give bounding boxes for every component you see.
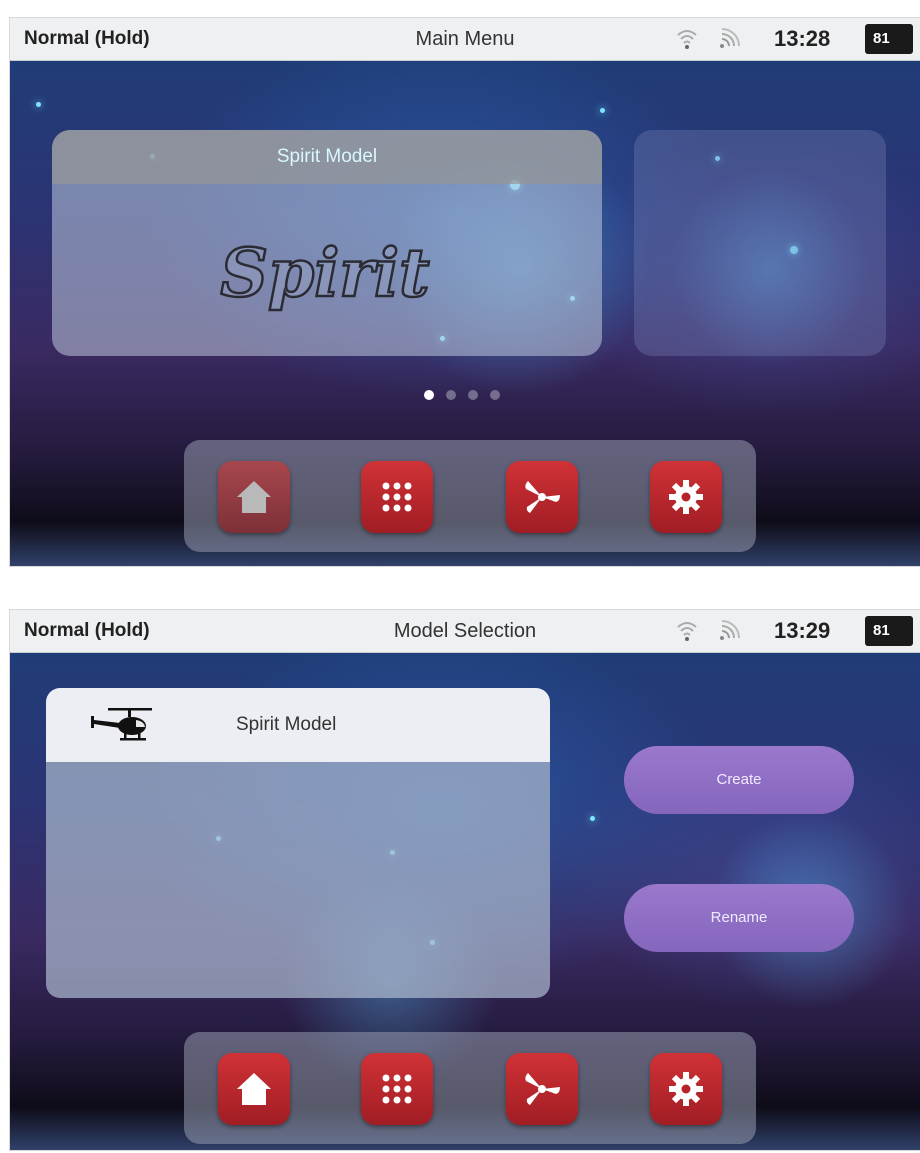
propeller-button[interactable]: [506, 1053, 578, 1125]
home-icon: [237, 1073, 271, 1105]
wifi-icon: [677, 622, 697, 641]
status-bar: Normal (Hold) Main Menu 13:28 81: [10, 18, 920, 61]
spirit-logo: Spirit: [219, 233, 431, 314]
propeller-icon: [525, 481, 560, 513]
svg-text:Spirit: Spirit: [220, 234, 429, 312]
page-dot: [468, 390, 478, 400]
apps-grid-icon: [382, 1074, 412, 1104]
telemetry-signal-icon: [720, 28, 740, 48]
dock: [184, 440, 756, 552]
rename-button[interactable]: Rename: [624, 884, 854, 952]
model-card[interactable]: Spirit Model Spirit: [52, 130, 602, 356]
gear-icon: [669, 480, 703, 514]
battery-indicator: 81: [865, 616, 913, 646]
particle: [36, 102, 41, 107]
home-icon: [237, 481, 271, 513]
gear-icon: [669, 1072, 703, 1106]
helicopter-icon: [91, 708, 152, 741]
clock: 13:29: [774, 618, 831, 643]
propeller-icon: [525, 1073, 560, 1105]
status-bar: Normal (Hold) Model Selection 13:29 81: [10, 610, 920, 653]
clock: 13:28: [774, 26, 831, 51]
model-card-title: Spirit Model: [52, 130, 602, 184]
dock: [184, 1032, 756, 1144]
page-indicator: [424, 390, 500, 402]
create-button[interactable]: Create: [624, 746, 854, 814]
home-button[interactable]: [218, 461, 290, 533]
page-dot: [490, 390, 500, 400]
particle: [600, 108, 605, 113]
model-list-item[interactable]: Spirit Model: [46, 688, 550, 762]
page-dot: [446, 390, 456, 400]
settings-button[interactable]: [650, 1053, 722, 1125]
model-selection-screen: Normal (Hold) Model Selection 13:29 81 S…: [10, 610, 920, 1150]
model-list: Spirit Model: [46, 688, 550, 998]
apps-grid-icon: [382, 482, 412, 512]
propeller-button[interactable]: [506, 461, 578, 533]
settings-button[interactable]: [650, 461, 722, 533]
home-button[interactable]: [218, 1053, 290, 1125]
model-name: Spirit Model: [236, 714, 337, 735]
telemetry-signal-icon: [720, 620, 740, 640]
apps-button[interactable]: [361, 1053, 433, 1125]
next-model-card[interactable]: [634, 130, 886, 356]
wifi-icon: [677, 30, 697, 49]
particle: [590, 816, 595, 821]
page-dot-active: [424, 390, 434, 400]
battery-indicator: 81: [865, 24, 913, 54]
apps-button[interactable]: [361, 461, 433, 533]
main-menu-screen: Normal (Hold) Main Menu 13:28 81 Spirit …: [10, 18, 920, 566]
